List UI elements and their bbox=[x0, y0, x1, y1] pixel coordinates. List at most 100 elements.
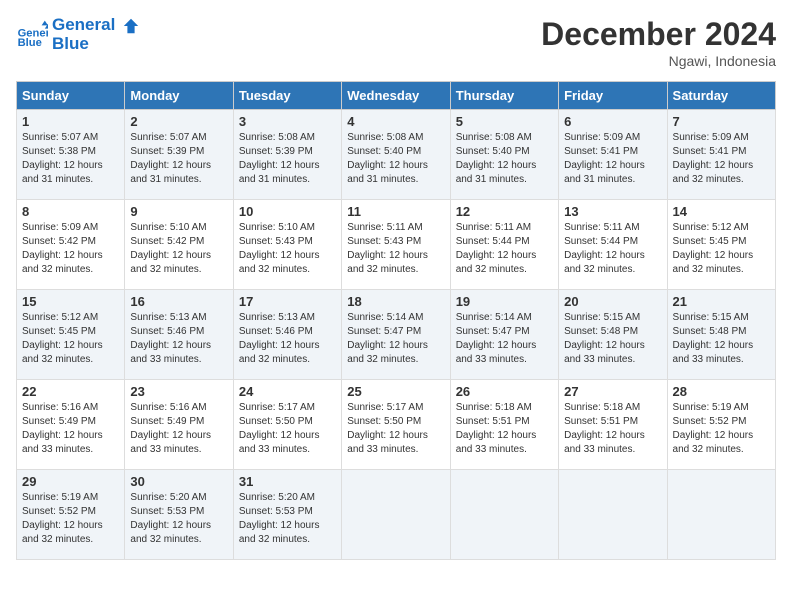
day-info: Sunrise: 5:18 AMSunset: 5:51 PMDaylight:… bbox=[564, 401, 661, 457]
calendar-table: SundayMondayTuesdayWednesdayThursdayFrid… bbox=[16, 81, 776, 560]
day-info: Sunrise: 5:16 AMSunset: 5:49 PMDaylight:… bbox=[130, 401, 227, 457]
page-header: General Blue General Blue December 2024 … bbox=[16, 16, 776, 69]
day-info: Sunrise: 5:13 AMSunset: 5:46 PMDaylight:… bbox=[130, 311, 227, 367]
week-row-3: 15 Sunrise: 5:12 AMSunset: 5:45 PMDaylig… bbox=[17, 290, 776, 380]
day-cell: 30 Sunrise: 5:20 AMSunset: 5:53 PMDaylig… bbox=[125, 470, 233, 560]
logo: General Blue General Blue bbox=[16, 16, 140, 53]
day-number: 16 bbox=[130, 294, 227, 309]
header-friday: Friday bbox=[559, 82, 667, 110]
day-info: Sunrise: 5:12 AMSunset: 5:45 PMDaylight:… bbox=[22, 311, 119, 367]
day-cell: 16 Sunrise: 5:13 AMSunset: 5:46 PMDaylig… bbox=[125, 290, 233, 380]
day-number: 24 bbox=[239, 384, 336, 399]
title-block: December 2024 Ngawi, Indonesia bbox=[541, 16, 776, 69]
day-cell: 10 Sunrise: 5:10 AMSunset: 5:43 PMDaylig… bbox=[233, 200, 341, 290]
day-cell: 12 Sunrise: 5:11 AMSunset: 5:44 PMDaylig… bbox=[450, 200, 558, 290]
day-info: Sunrise: 5:09 AMSunset: 5:42 PMDaylight:… bbox=[22, 221, 119, 277]
day-cell: 18 Sunrise: 5:14 AMSunset: 5:47 PMDaylig… bbox=[342, 290, 450, 380]
day-number: 26 bbox=[456, 384, 553, 399]
day-cell: 3 Sunrise: 5:08 AMSunset: 5:39 PMDayligh… bbox=[233, 110, 341, 200]
day-cell bbox=[559, 470, 667, 560]
day-cell: 15 Sunrise: 5:12 AMSunset: 5:45 PMDaylig… bbox=[17, 290, 125, 380]
day-cell: 27 Sunrise: 5:18 AMSunset: 5:51 PMDaylig… bbox=[559, 380, 667, 470]
day-number: 5 bbox=[456, 114, 553, 129]
header-wednesday: Wednesday bbox=[342, 82, 450, 110]
day-number: 12 bbox=[456, 204, 553, 219]
day-cell: 8 Sunrise: 5:09 AMSunset: 5:42 PMDayligh… bbox=[17, 200, 125, 290]
svg-text:Blue: Blue bbox=[18, 37, 42, 49]
header-monday: Monday bbox=[125, 82, 233, 110]
day-cell: 14 Sunrise: 5:12 AMSunset: 5:45 PMDaylig… bbox=[667, 200, 775, 290]
day-info: Sunrise: 5:14 AMSunset: 5:47 PMDaylight:… bbox=[347, 311, 444, 367]
location: Ngawi, Indonesia bbox=[541, 53, 776, 69]
day-info: Sunrise: 5:19 AMSunset: 5:52 PMDaylight:… bbox=[673, 401, 770, 457]
day-info: Sunrise: 5:14 AMSunset: 5:47 PMDaylight:… bbox=[456, 311, 553, 367]
week-row-5: 29 Sunrise: 5:19 AMSunset: 5:52 PMDaylig… bbox=[17, 470, 776, 560]
day-cell: 25 Sunrise: 5:17 AMSunset: 5:50 PMDaylig… bbox=[342, 380, 450, 470]
day-cell: 29 Sunrise: 5:19 AMSunset: 5:52 PMDaylig… bbox=[17, 470, 125, 560]
day-number: 19 bbox=[456, 294, 553, 309]
day-number: 30 bbox=[130, 474, 227, 489]
header-row: SundayMondayTuesdayWednesdayThursdayFrid… bbox=[17, 82, 776, 110]
day-info: Sunrise: 5:10 AMSunset: 5:42 PMDaylight:… bbox=[130, 221, 227, 277]
day-number: 15 bbox=[22, 294, 119, 309]
day-info: Sunrise: 5:11 AMSunset: 5:43 PMDaylight:… bbox=[347, 221, 444, 277]
day-number: 31 bbox=[239, 474, 336, 489]
day-cell: 23 Sunrise: 5:16 AMSunset: 5:49 PMDaylig… bbox=[125, 380, 233, 470]
day-info: Sunrise: 5:10 AMSunset: 5:43 PMDaylight:… bbox=[239, 221, 336, 277]
day-number: 14 bbox=[673, 204, 770, 219]
day-cell: 19 Sunrise: 5:14 AMSunset: 5:47 PMDaylig… bbox=[450, 290, 558, 380]
day-cell: 13 Sunrise: 5:11 AMSunset: 5:44 PMDaylig… bbox=[559, 200, 667, 290]
week-row-2: 8 Sunrise: 5:09 AMSunset: 5:42 PMDayligh… bbox=[17, 200, 776, 290]
day-info: Sunrise: 5:18 AMSunset: 5:51 PMDaylight:… bbox=[456, 401, 553, 457]
day-cell: 1 Sunrise: 5:07 AMSunset: 5:38 PMDayligh… bbox=[17, 110, 125, 200]
day-number: 18 bbox=[347, 294, 444, 309]
day-cell: 7 Sunrise: 5:09 AMSunset: 5:41 PMDayligh… bbox=[667, 110, 775, 200]
header-sunday: Sunday bbox=[17, 82, 125, 110]
logo-line1: General bbox=[52, 16, 140, 35]
day-info: Sunrise: 5:17 AMSunset: 5:50 PMDaylight:… bbox=[239, 401, 336, 457]
day-cell: 11 Sunrise: 5:11 AMSunset: 5:43 PMDaylig… bbox=[342, 200, 450, 290]
day-number: 10 bbox=[239, 204, 336, 219]
day-cell: 24 Sunrise: 5:17 AMSunset: 5:50 PMDaylig… bbox=[233, 380, 341, 470]
day-number: 9 bbox=[130, 204, 227, 219]
week-row-1: 1 Sunrise: 5:07 AMSunset: 5:38 PMDayligh… bbox=[17, 110, 776, 200]
day-info: Sunrise: 5:08 AMSunset: 5:40 PMDaylight:… bbox=[347, 131, 444, 187]
day-info: Sunrise: 5:12 AMSunset: 5:45 PMDaylight:… bbox=[673, 221, 770, 277]
day-info: Sunrise: 5:15 AMSunset: 5:48 PMDaylight:… bbox=[564, 311, 661, 367]
day-cell: 31 Sunrise: 5:20 AMSunset: 5:53 PMDaylig… bbox=[233, 470, 341, 560]
day-number: 7 bbox=[673, 114, 770, 129]
day-number: 21 bbox=[673, 294, 770, 309]
day-info: Sunrise: 5:08 AMSunset: 5:39 PMDaylight:… bbox=[239, 131, 336, 187]
day-number: 23 bbox=[130, 384, 227, 399]
day-info: Sunrise: 5:20 AMSunset: 5:53 PMDaylight:… bbox=[130, 491, 227, 547]
day-cell bbox=[667, 470, 775, 560]
logo-line2: Blue bbox=[52, 35, 140, 54]
day-cell bbox=[342, 470, 450, 560]
day-info: Sunrise: 5:07 AMSunset: 5:39 PMDaylight:… bbox=[130, 131, 227, 187]
day-info: Sunrise: 5:09 AMSunset: 5:41 PMDaylight:… bbox=[564, 131, 661, 187]
day-cell: 26 Sunrise: 5:18 AMSunset: 5:51 PMDaylig… bbox=[450, 380, 558, 470]
day-info: Sunrise: 5:20 AMSunset: 5:53 PMDaylight:… bbox=[239, 491, 336, 547]
day-number: 27 bbox=[564, 384, 661, 399]
header-saturday: Saturday bbox=[667, 82, 775, 110]
day-number: 29 bbox=[22, 474, 119, 489]
day-cell: 2 Sunrise: 5:07 AMSunset: 5:39 PMDayligh… bbox=[125, 110, 233, 200]
day-number: 17 bbox=[239, 294, 336, 309]
day-cell: 20 Sunrise: 5:15 AMSunset: 5:48 PMDaylig… bbox=[559, 290, 667, 380]
header-thursday: Thursday bbox=[450, 82, 558, 110]
header-tuesday: Tuesday bbox=[233, 82, 341, 110]
week-row-4: 22 Sunrise: 5:16 AMSunset: 5:49 PMDaylig… bbox=[17, 380, 776, 470]
day-number: 20 bbox=[564, 294, 661, 309]
day-number: 11 bbox=[347, 204, 444, 219]
day-info: Sunrise: 5:11 AMSunset: 5:44 PMDaylight:… bbox=[456, 221, 553, 277]
month-title: December 2024 bbox=[541, 16, 776, 53]
day-cell: 6 Sunrise: 5:09 AMSunset: 5:41 PMDayligh… bbox=[559, 110, 667, 200]
day-info: Sunrise: 5:13 AMSunset: 5:46 PMDaylight:… bbox=[239, 311, 336, 367]
day-cell bbox=[450, 470, 558, 560]
day-number: 13 bbox=[564, 204, 661, 219]
day-info: Sunrise: 5:17 AMSunset: 5:50 PMDaylight:… bbox=[347, 401, 444, 457]
logo-icon: General Blue bbox=[16, 19, 48, 51]
day-info: Sunrise: 5:08 AMSunset: 5:40 PMDaylight:… bbox=[456, 131, 553, 187]
day-info: Sunrise: 5:15 AMSunset: 5:48 PMDaylight:… bbox=[673, 311, 770, 367]
day-number: 2 bbox=[130, 114, 227, 129]
